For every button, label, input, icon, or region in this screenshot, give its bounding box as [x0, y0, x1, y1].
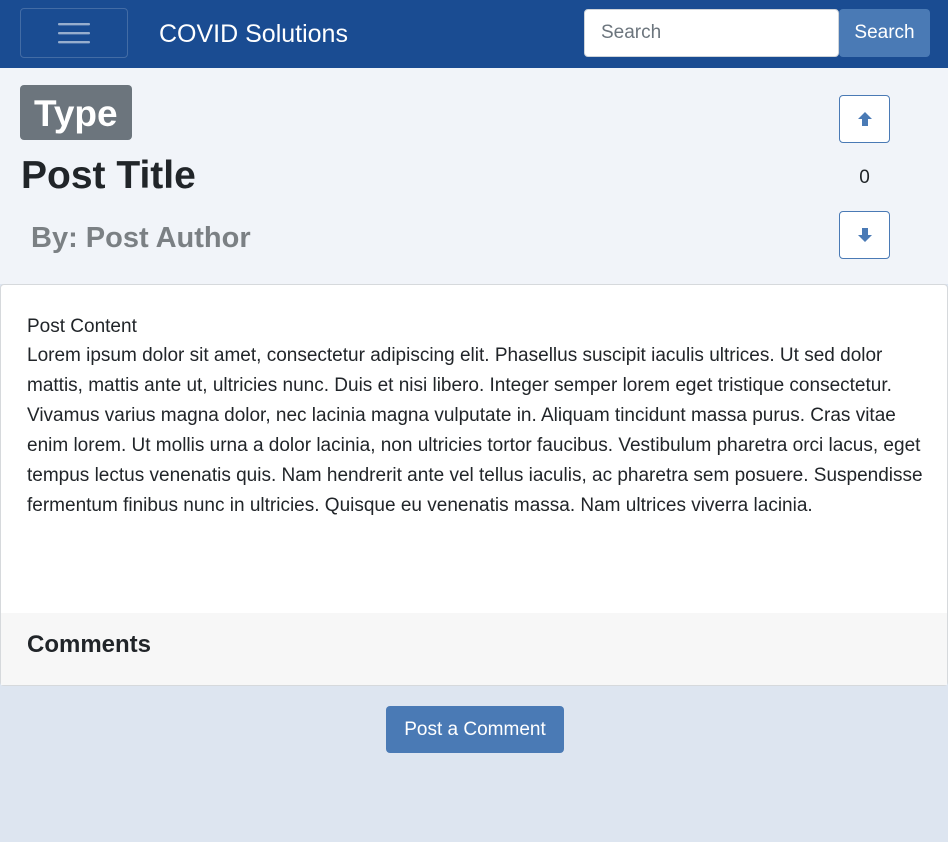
post-content-heading: Post Content [27, 316, 137, 337]
post-type-badge: Type [20, 85, 132, 140]
post-author: By: Post Author [31, 222, 251, 254]
arrow-up-icon [857, 112, 872, 126]
menu-toggle-button[interactable] [20, 8, 128, 58]
comments-title: Comments [27, 631, 152, 658]
post-title: Post Title [21, 154, 196, 197]
upvote-button[interactable] [839, 95, 890, 143]
search-button[interactable]: Search [839, 9, 930, 57]
post-card: Post Content Lorem ipsum dolor sit amet,… [0, 284, 948, 686]
post-header: Type Post Title By: Post Author 0 [0, 68, 948, 284]
navbar: COVID Solutions Search [0, 0, 948, 68]
vote-count: 0 [859, 167, 870, 188]
arrow-down-icon [857, 228, 872, 242]
post-body: Post Content Lorem ipsum dolor sit amet,… [27, 313, 927, 521]
brand-link[interactable]: COVID Solutions [159, 18, 348, 50]
search-input[interactable] [584, 9, 839, 57]
downvote-button[interactable] [839, 211, 890, 259]
hamburger-icon [58, 23, 90, 44]
post-content: Lorem ipsum dolor sit amet, consectetur … [27, 345, 923, 516]
post-comment-button[interactable]: Post a Comment [386, 706, 564, 753]
comments-section: Comments [1, 613, 947, 685]
